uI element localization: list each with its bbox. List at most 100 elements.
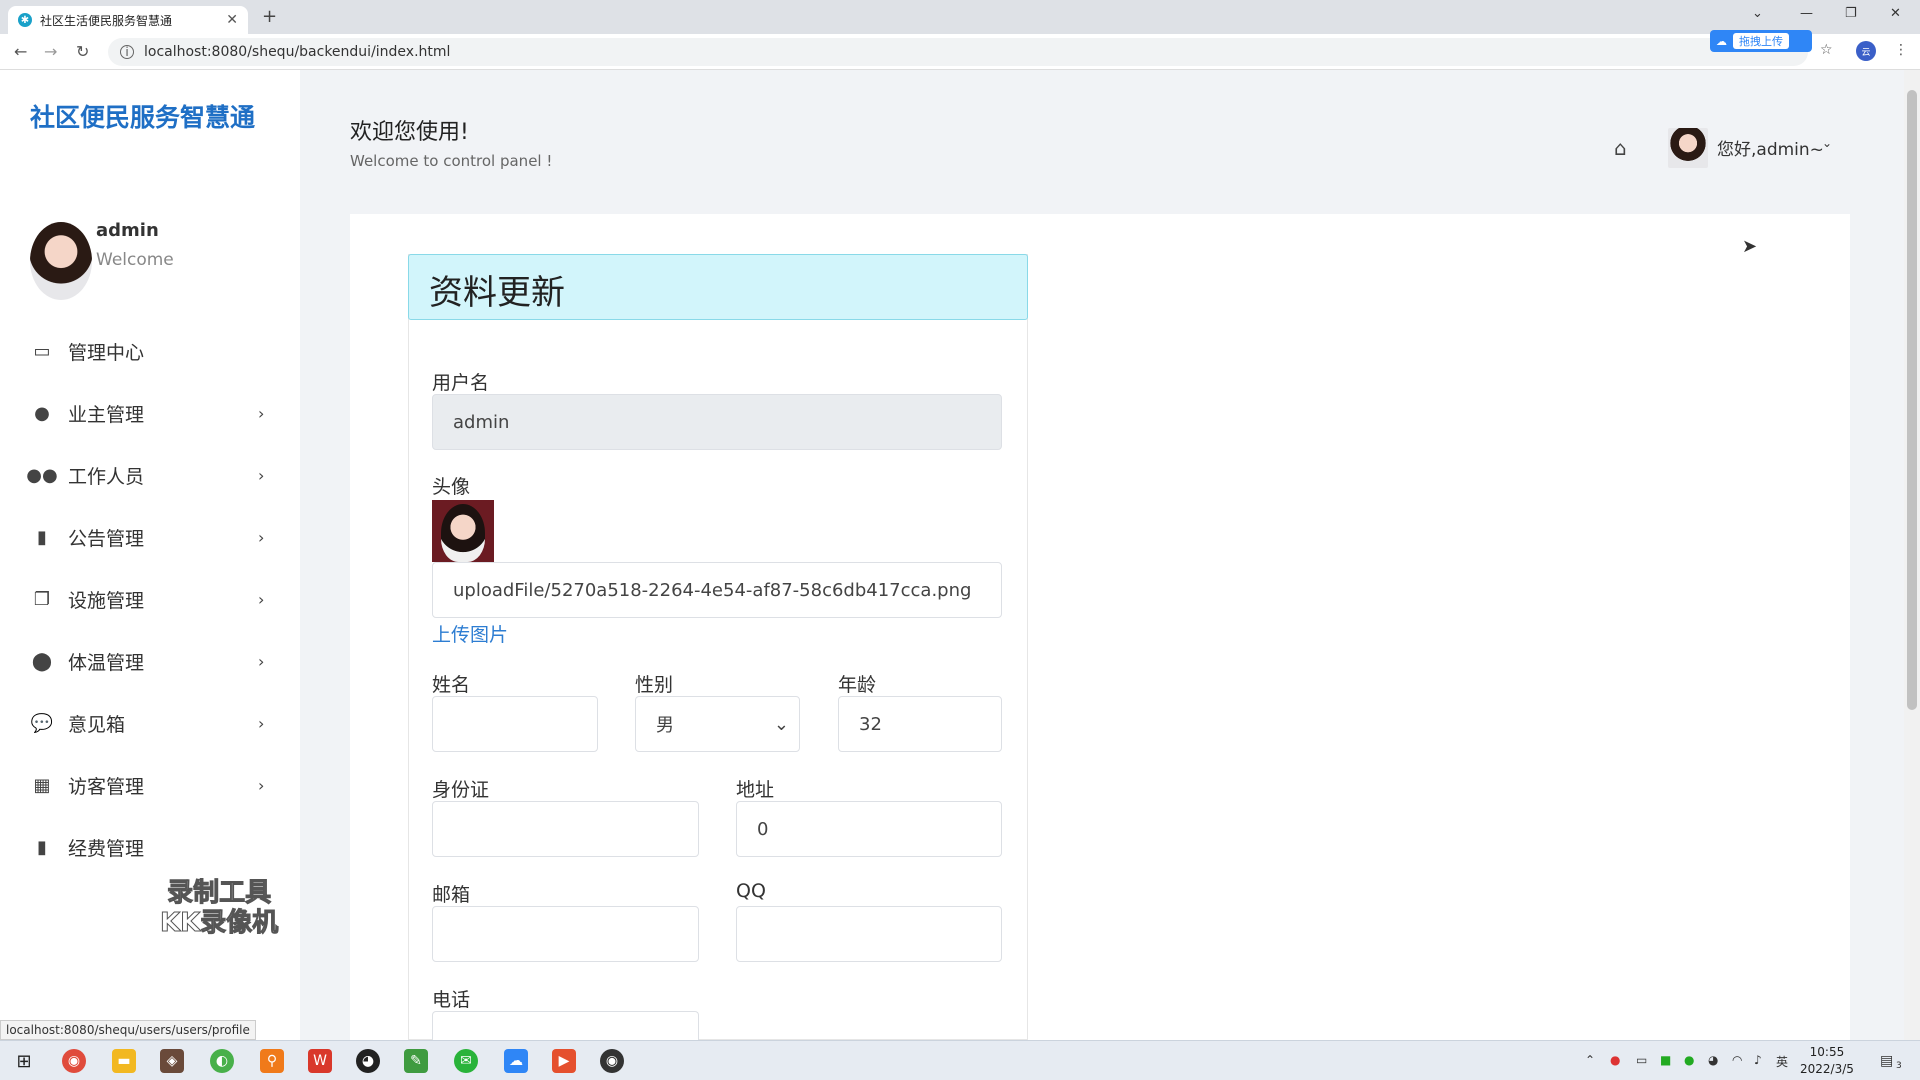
- age-field[interactable]: 32: [838, 696, 1002, 752]
- copy-icon: ❐: [33, 588, 51, 610]
- sidebar-item-notices[interactable]: ▮ 公告管理 ›: [0, 506, 300, 568]
- ime-indicator[interactable]: 英: [1776, 1053, 1788, 1070]
- avatar: [30, 222, 92, 300]
- phone-label: 电话: [432, 989, 471, 1011]
- close-window-button[interactable]: ✕: [1890, 6, 1901, 21]
- sidebar-item-staff[interactable]: ●● 工作人员 ›: [0, 444, 300, 506]
- wechat-icon[interactable]: ●: [1684, 1053, 1694, 1067]
- forward-icon[interactable]: →: [44, 42, 57, 61]
- phone-field[interactable]: [432, 1011, 699, 1040]
- name-label: 姓名: [432, 674, 471, 696]
- sidebar-user-welcome: Welcome: [96, 250, 174, 270]
- notification-icon[interactable]: ▤: [1880, 1053, 1893, 1069]
- chevron-right-icon: ›: [258, 465, 265, 485]
- sidebar-user-name: admin: [96, 220, 159, 241]
- browser-tab[interactable]: ✱ 社区生活便民服务智慧通 ✕: [8, 6, 248, 34]
- app-icon[interactable]: ◐: [210, 1049, 234, 1073]
- browser-tabbar: ✱ 社区生活便民服务智慧通 ✕ + ⌄ — ❐ ✕: [0, 0, 1920, 34]
- notepad-icon[interactable]: ✎: [404, 1049, 428, 1073]
- profile-avatar-icon[interactable]: 云: [1856, 41, 1876, 61]
- chevron-right-icon: ›: [258, 527, 265, 547]
- avatar-label: 头像: [432, 476, 471, 498]
- recorder-icon[interactable]: ◉: [600, 1049, 624, 1073]
- site-favicon-icon: ✱: [18, 13, 32, 27]
- url-field[interactable]: i localhost:8080/shequ/backendui/index.h…: [108, 38, 1808, 66]
- home-icon[interactable]: ⌂: [1614, 136, 1627, 160]
- drag-upload-badge[interactable]: ☁ 拖拽上传: [1710, 30, 1812, 52]
- user-icon: ●: [34, 402, 50, 424]
- tray-app-icon[interactable]: ▭: [1636, 1053, 1647, 1067]
- file-icon: ▮: [37, 526, 47, 548]
- app-icon[interactable]: ◈: [160, 1049, 184, 1073]
- upload-image-link[interactable]: 上传图片: [432, 620, 508, 647]
- cloud-icon: ☁: [1716, 34, 1727, 48]
- sidebar-item-facilities[interactable]: ❐ 设施管理 ›: [0, 568, 300, 630]
- sidebar-item-label: 公告管理: [68, 527, 145, 550]
- chevron-right-icon: ›: [258, 589, 265, 609]
- cloud-icon[interactable]: ☁: [504, 1049, 528, 1073]
- tray-app-icon[interactable]: ■: [1660, 1053, 1671, 1067]
- site-info-icon[interactable]: i: [120, 45, 134, 59]
- bookmark-star-icon[interactable]: ☆: [1820, 42, 1833, 58]
- user-greeting[interactable]: 您好,admin~: [1717, 135, 1824, 160]
- search-icon[interactable]: ⚲: [260, 1049, 284, 1073]
- taskbar: ⊞ ◉ ▬ ◈ ◐ ⚲ W ◕ ✎ ✉ ☁ ▶ ◉ ⌃ ● ▭ ■ ● ◕ ◠ …: [0, 1040, 1920, 1080]
- qq-icon[interactable]: ◕: [1708, 1053, 1718, 1067]
- sidebar-menu: ▭ 管理中心 ● 业主管理 › ●● 工作人员 › ▮ 公告管理 › ❐ 设施管…: [0, 320, 300, 878]
- restore-button[interactable]: ❐: [1845, 6, 1857, 21]
- wps-icon[interactable]: W: [308, 1049, 332, 1073]
- address-field[interactable]: 0: [736, 801, 1002, 857]
- gender-select[interactable]: 男 ⌄: [635, 696, 800, 752]
- windows-start-icon[interactable]: ⊞: [12, 1049, 36, 1073]
- chevron-right-icon: ›: [258, 403, 265, 423]
- circle-icon: ⬤: [31, 650, 53, 672]
- name-field[interactable]: [432, 696, 598, 752]
- wechat-icon[interactable]: ✉: [454, 1049, 478, 1073]
- monitor-icon: ▭: [33, 340, 51, 362]
- volume-icon[interactable]: ♪: [1754, 1053, 1762, 1067]
- age-label: 年龄: [838, 674, 877, 696]
- avatar-path-value: uploadFile/5270a518-2264-4e54-af87-58c6d…: [453, 579, 972, 601]
- sidebar-item-dashboard[interactable]: ▭ 管理中心: [0, 320, 300, 382]
- avatar[interactable]: [1668, 128, 1708, 168]
- clock[interactable]: 10:55 2022/3/5: [1800, 1044, 1854, 1078]
- chevron-down-icon[interactable]: ⌄: [1822, 136, 1832, 150]
- users-icon: ●●: [26, 464, 58, 486]
- sidebar-item-feedback[interactable]: 💬 意见箱 ›: [0, 692, 300, 754]
- back-icon[interactable]: ←: [14, 42, 27, 61]
- email-field[interactable]: [432, 906, 699, 962]
- avatar-thumbnail: [432, 500, 494, 562]
- chevron-up-icon[interactable]: ⌃: [1585, 1053, 1595, 1067]
- age-value: 32: [859, 713, 882, 735]
- page-title: 欢迎您使用!: [350, 120, 469, 145]
- sidebar-item-temperature[interactable]: ⬤ 体温管理 ›: [0, 630, 300, 692]
- idcard-field[interactable]: [432, 801, 699, 857]
- tab-close-icon[interactable]: ✕: [226, 12, 238, 28]
- app-icon[interactable]: ▶: [552, 1049, 576, 1073]
- new-tab-button[interactable]: +: [262, 6, 277, 27]
- minimize-button[interactable]: —: [1800, 6, 1813, 21]
- sidebar-item-funds[interactable]: ▮ 经费管理: [0, 816, 300, 878]
- chevron-down-icon: ⌄: [773, 713, 789, 735]
- sidebar-item-owners[interactable]: ● 业主管理 ›: [0, 382, 300, 444]
- sidebar-item-label: 意见箱: [68, 713, 126, 736]
- tray-app-icon[interactable]: ●: [1610, 1053, 1620, 1067]
- file-explorer-icon[interactable]: ▬: [112, 1049, 136, 1073]
- idcard-label: 身份证: [432, 779, 490, 801]
- sidebar-item-visitors[interactable]: ▦ 访客管理 ›: [0, 754, 300, 816]
- notification-count: 3: [1896, 1061, 1902, 1071]
- status-url: localhost:8080/shequ/users/users/profile: [0, 1020, 256, 1040]
- chrome-icon[interactable]: ◉: [62, 1049, 86, 1073]
- address-bar-row: ← → ↻ i localhost:8080/shequ/backendui/i…: [0, 34, 1920, 70]
- qq-field[interactable]: [736, 906, 1002, 962]
- browser-menu-icon[interactable]: ⋮: [1894, 42, 1908, 58]
- watermark-line1: 录制工具: [167, 878, 272, 909]
- page-scrollbar[interactable]: [1904, 70, 1920, 1040]
- reload-icon[interactable]: ↻: [76, 42, 89, 61]
- tab-search-icon[interactable]: ⌄: [1752, 6, 1763, 21]
- wifi-icon[interactable]: ◠: [1732, 1053, 1742, 1067]
- qq-icon[interactable]: ◕: [356, 1049, 380, 1073]
- avatar-path-field[interactable]: uploadFile/5270a518-2264-4e54-af87-58c6d…: [432, 562, 1002, 618]
- clock-date: 2022/3/5: [1800, 1062, 1854, 1076]
- scrollbar-thumb[interactable]: [1907, 90, 1917, 710]
